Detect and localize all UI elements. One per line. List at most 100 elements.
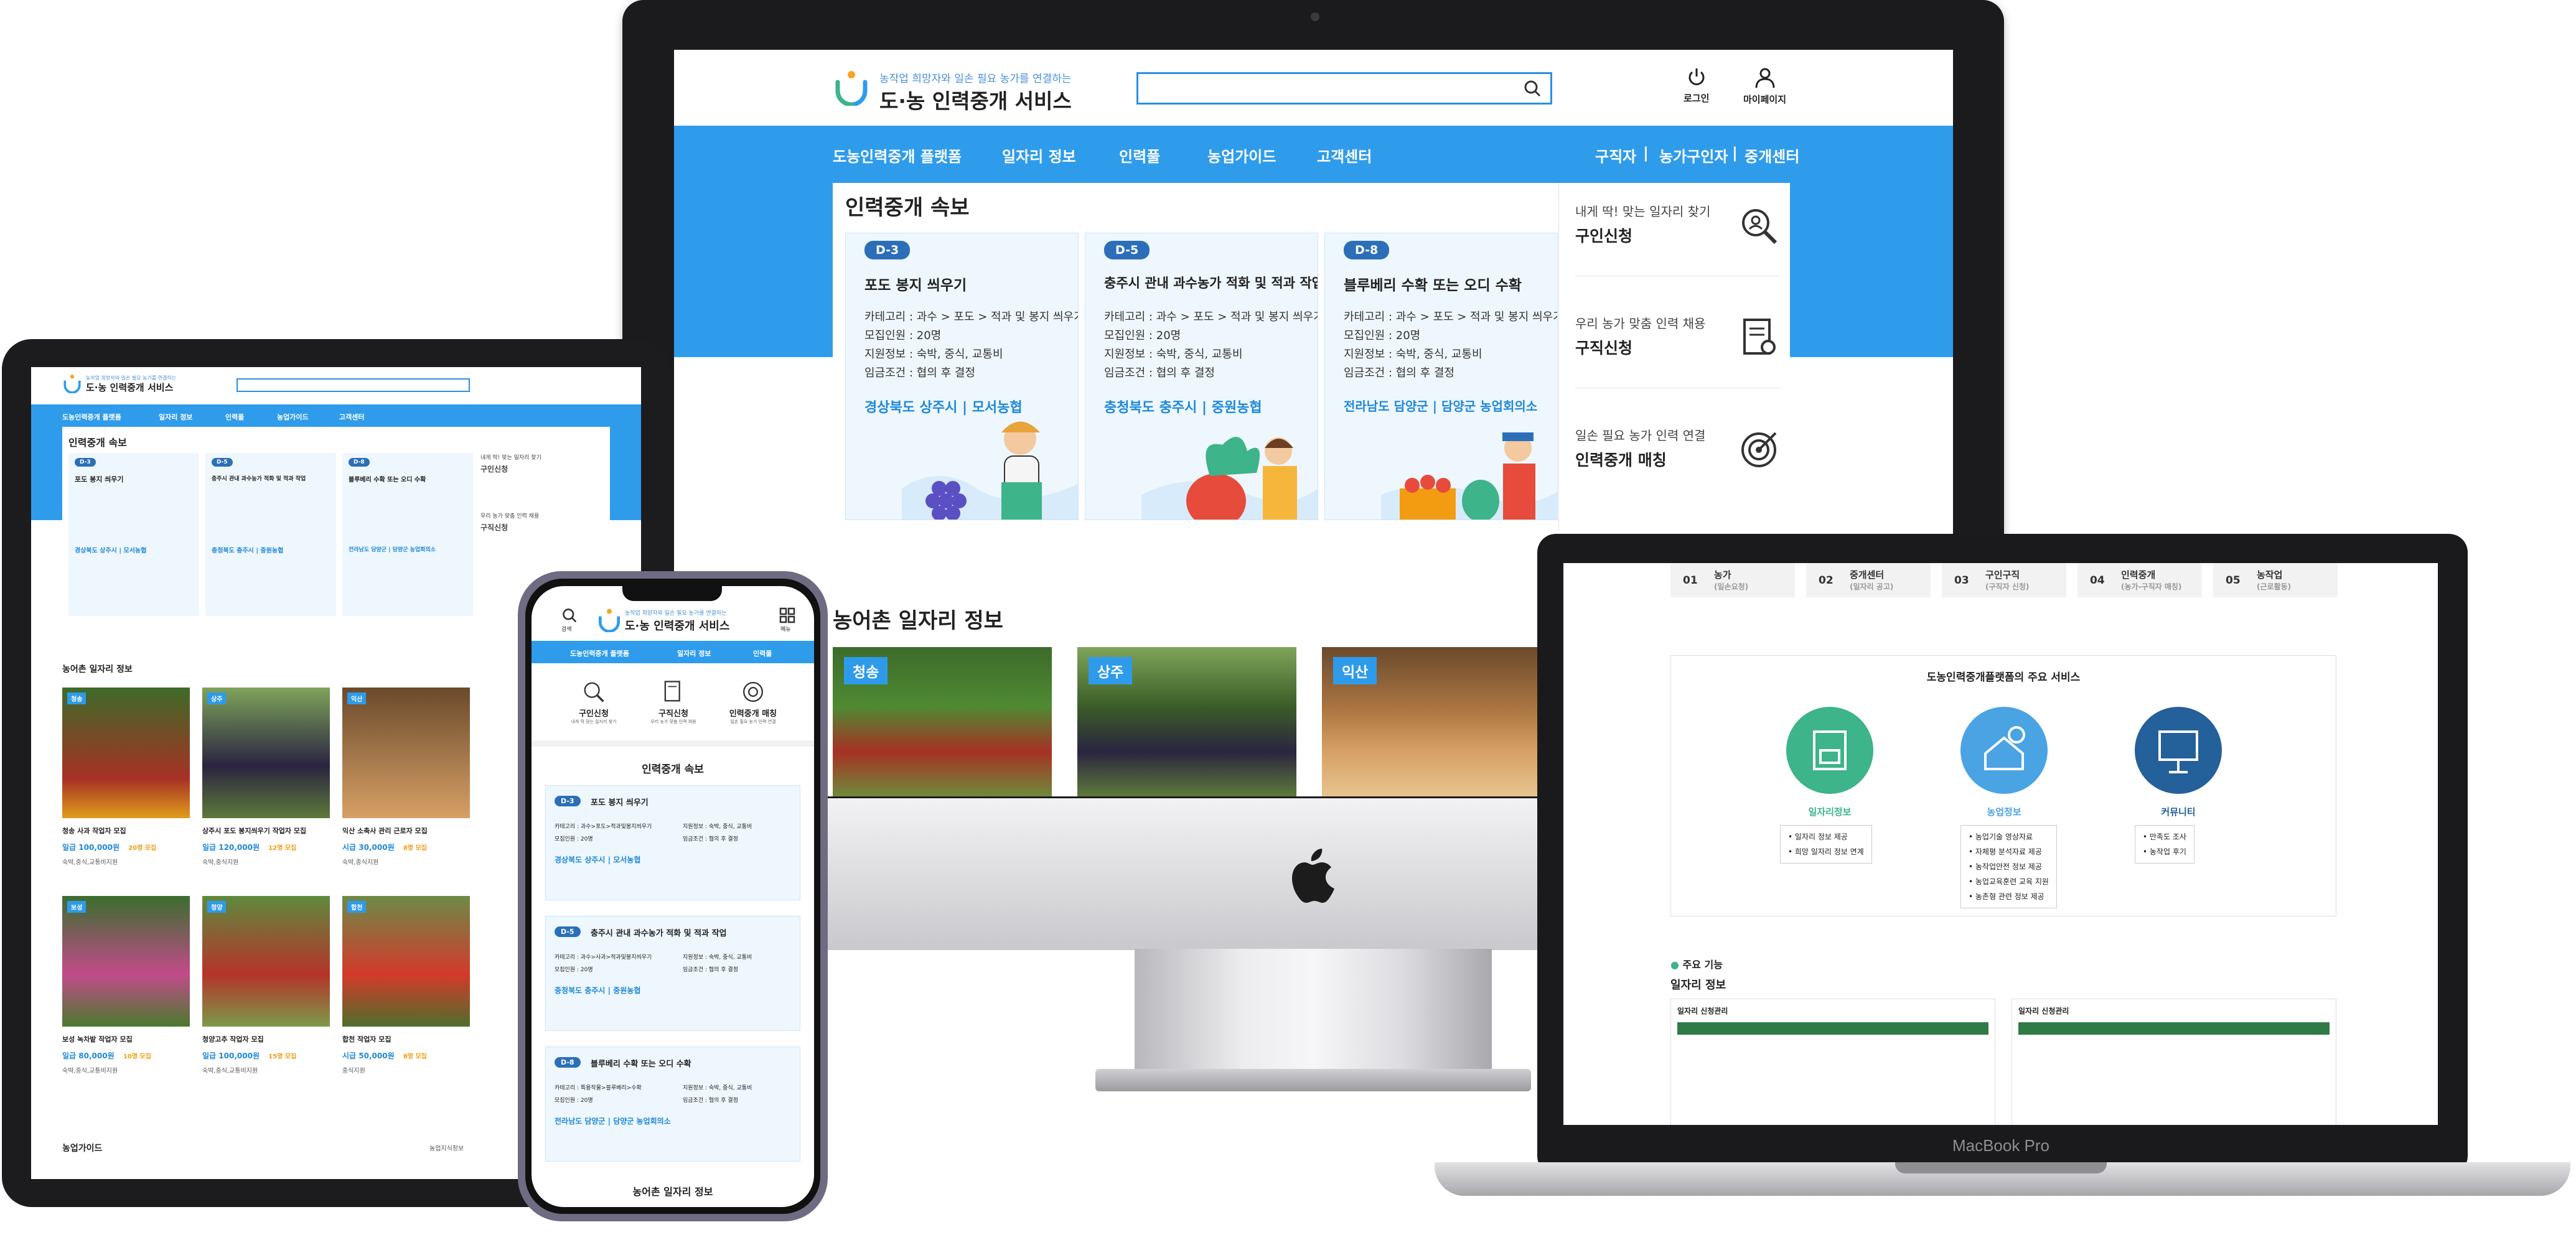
flash-card[interactable]: D-3 포도 봉지 씌우기 경상북도 상주시 | 모서농협 (68, 453, 199, 616)
quick-job-apply[interactable]: 구직신청 우리 농가 맞춤 인력 채용 (636, 679, 711, 725)
flash-card[interactable]: D-3 포도 봉지 씌우기 카테고리 : 과수>포도>적과및봉지씌우기 모집인원 … (545, 785, 800, 900)
quick-main[interactable]: 구직신청 (480, 522, 605, 533)
site-logo-icon[interactable] (597, 607, 622, 632)
guide-link[interactable]: 농업지식정보 (429, 1143, 464, 1152)
search-input[interactable] (1136, 72, 1552, 105)
nav-item-center[interactable]: 중개센터 (1745, 144, 1799, 166)
nav-item-jobs[interactable]: 일자리 정보 (1002, 144, 1076, 166)
nav-item-platform[interactable]: 도농인력중개 플랫폼 (570, 648, 629, 658)
nav-item-jobseeker[interactable]: 구직자 (1595, 144, 1636, 166)
wage-amount: 30,000원 (358, 843, 395, 852)
job-photo-apples[interactable]: 청송 (833, 647, 1052, 796)
card-title: 블루베리 수확 또는 오디 수확 (1344, 277, 1522, 294)
site-name[interactable]: 도·농 인력중개 서비스 (625, 617, 729, 633)
job-benefit: 숙박,중식,교통비지원 (202, 1068, 258, 1075)
card-support: 지원정보 : 숙박, 중식, 교통비 (864, 348, 1003, 361)
nav-item-guide[interactable]: 농업가이드 (1207, 144, 1276, 166)
flash-card[interactable]: D-5 충주시 관내 과수농가 적화 및 적과 작업 충청북도 충주시 | 중원농협 (205, 453, 336, 616)
flash-card[interactable]: D-5 충주시 관내 과수농가 적화 및 적과 작업 카테고리 : 과수>사과>… (545, 916, 800, 1031)
search-input[interactable] (237, 378, 470, 392)
login-label: 로그인 (1684, 93, 1710, 104)
features-label: ● 주요 기능 (1670, 959, 1723, 971)
site-tagline: 농작업 희망자와 일손 필요 농가를 연결하는 (625, 610, 727, 617)
search-icon[interactable] (561, 607, 578, 623)
wage-type: 일급 (202, 843, 217, 852)
dday-badge: D-5 (1104, 241, 1150, 259)
job-info-circle-icon[interactable] (1786, 707, 1873, 794)
nav-item-support[interactable]: 고객센터 (1317, 144, 1372, 166)
presentation-icon (2158, 730, 2198, 773)
job-photo-cattle[interactable]: 익산 (1322, 647, 1541, 796)
step-name-text: 구인구직 (1985, 569, 2020, 581)
site-logo-icon[interactable] (62, 373, 82, 393)
nav-item-workforce[interactable]: 인력풀 (753, 648, 772, 658)
quick-matching[interactable]: 일손 필요 농가 인력 연결 인력중개 매칭 (1575, 407, 1781, 500)
job-card[interactable]: 청양 청양고추 작업자 모집 일급 100,000원 15명 모집 숙박,중식,… (202, 896, 330, 1095)
recruit-count: 20명 모집 (128, 845, 157, 852)
job-wage: 일급 80,000원 10명 모집 (62, 1050, 151, 1061)
job-benefit: 중식지원 (342, 1068, 365, 1075)
search-person-icon (1742, 209, 1777, 245)
nav-item-jobs[interactable]: 일자리 정보 (159, 412, 192, 422)
job-card[interactable]: 상주 상주시 포도 봉지씌우기 작업자 모집 일급 120,000원 12명 모… (202, 688, 330, 887)
card-recruit: 모집인원 : 20명 (1344, 329, 1421, 342)
user-icon (1755, 68, 1774, 88)
quick-job-apply[interactable]: 우리 농가 맞춤 인력 채용 구직신청 (1575, 295, 1781, 388)
nav-item-platform[interactable]: 도농인력중개 플랫폼 (833, 144, 962, 166)
imac-camera (1311, 12, 1319, 21)
community-circle-icon[interactable] (2135, 707, 2222, 794)
nav-item-workforce[interactable]: 인력풀 (1119, 144, 1160, 166)
quick-sub: 내게 딱! 맞는 일자리 찾기 (480, 455, 541, 461)
panel-toolbar (2018, 1022, 2330, 1035)
flash-card[interactable]: D-8 블루베리 수확 또는 오디 수확 카테고리 : 과수 > 포도 > 적과… (1324, 233, 1558, 520)
job-card[interactable]: 합천 합천 작업자 모집 시급 50,000원 8명 모집 중식지원 (342, 896, 470, 1095)
card-location: 전라남도 담양군 | 담양군 농업회의소 (1344, 399, 1538, 414)
dday-badge: D-3 (75, 458, 96, 467)
info-line: 지원정보 : 숙박, 중식, 교통비 (683, 1085, 752, 1091)
region-badge: 청송 (67, 692, 87, 704)
flash-card[interactable]: D-5 충주시 관내 과수농가 적화 및 적과 작업 카테고리 : 과수 > 포… (1085, 233, 1318, 520)
farmer-vegetables-illustration (1381, 432, 1557, 520)
quick-main: 구직신청 (658, 709, 688, 719)
job-photo: 청송 (62, 688, 190, 818)
job-card[interactable]: 익산 익산 소축사 관리 근로자 모집 시급 30,000원 8명 모집 숙박,… (342, 688, 470, 887)
grid-menu-icon[interactable] (779, 607, 795, 623)
search-icon[interactable] (1523, 79, 1542, 98)
job-photo-grapes[interactable]: 상주 (1077, 647, 1296, 796)
flash-card[interactable]: D-3 포도 봉지 씌우기 카테고리 : 과수 > 포도 > 적과 및 봉지 씌… (845, 233, 1079, 520)
features-title: 일자리 정보 (1670, 979, 1726, 992)
service-label: 커뮤니티 (2161, 806, 2196, 818)
card-location: 전라남도 담양군 | 담양군 농업회의소 (555, 1117, 671, 1126)
card-location: 충청북도 충주시 | 중원농협 (555, 986, 641, 995)
job-card[interactable]: 보성 보성 녹차밭 작업자 모집 일급 80,000원 10명 모집 숙박,중식… (62, 896, 190, 1095)
card-wage: 임금조건 : 협의 후 결정 (1104, 366, 1215, 380)
quick-main: 구인신청 (1575, 227, 1633, 245)
quick-main[interactable]: 구인신청 (480, 464, 605, 474)
login-button[interactable]: 로그인 (1684, 67, 1709, 105)
flash-card[interactable]: D-8 블루베리 수확 또는 오디 수확 카테고리 : 특용작물>블루베리>수확… (545, 1047, 800, 1162)
service-label: 일자리정보 (1808, 806, 1852, 818)
farm-info-circle-icon[interactable] (1960, 707, 2048, 794)
nav-item-support[interactable]: 고객센터 (339, 412, 364, 422)
search-person-icon (584, 682, 604, 702)
nav-item-guide[interactable]: 농업가이드 (277, 412, 309, 422)
wage-amount: 120,000원 (218, 843, 260, 852)
nav-item-farm-employer[interactable]: 농가구인자 (1659, 144, 1728, 166)
apple-logo-icon (1292, 849, 1334, 903)
site-name[interactable]: 도·농 인력중개 서비스 (879, 85, 1072, 114)
nav-item-jobs[interactable]: 일자리 정보 (677, 648, 711, 658)
site-logo-icon[interactable] (833, 68, 870, 106)
step-name: 중개센터 (일자리 공고) (1850, 569, 1893, 592)
nav-item-workforce[interactable]: 인력풀 (225, 412, 244, 422)
quick-matching[interactable]: 인력중개 매칭 일손 필요 농가 인력 연결 (716, 679, 790, 725)
region-badge: 상주 (207, 692, 227, 704)
quick-job-request[interactable]: 내게 딱! 맞는 일자리 찾기 구인신청 (1575, 183, 1781, 276)
mypage-button[interactable]: 마이페이지 (1743, 67, 1786, 106)
flash-card[interactable]: D-8 블루베리 수확 또는 오디 수확 전라남도 담양군 | 담양군 농업회의소 (342, 453, 473, 616)
nav-item-platform[interactable]: 도농인력중개 플랫폼 (62, 412, 121, 422)
job-card[interactable]: 청송 청송 사과 작업자 모집 일급 100,000원 20명 모집 숙박,중식… (62, 688, 190, 887)
site-name[interactable]: 도·농 인력중개 서비스 (86, 381, 173, 394)
step-name: 인력중개 (농가-구직자 매칭) (2121, 569, 2181, 592)
quick-job-request[interactable]: 구인신청 내게 딱 맞는 일자리 찾기 (556, 679, 631, 725)
wage-type: 일급 (202, 1051, 217, 1060)
